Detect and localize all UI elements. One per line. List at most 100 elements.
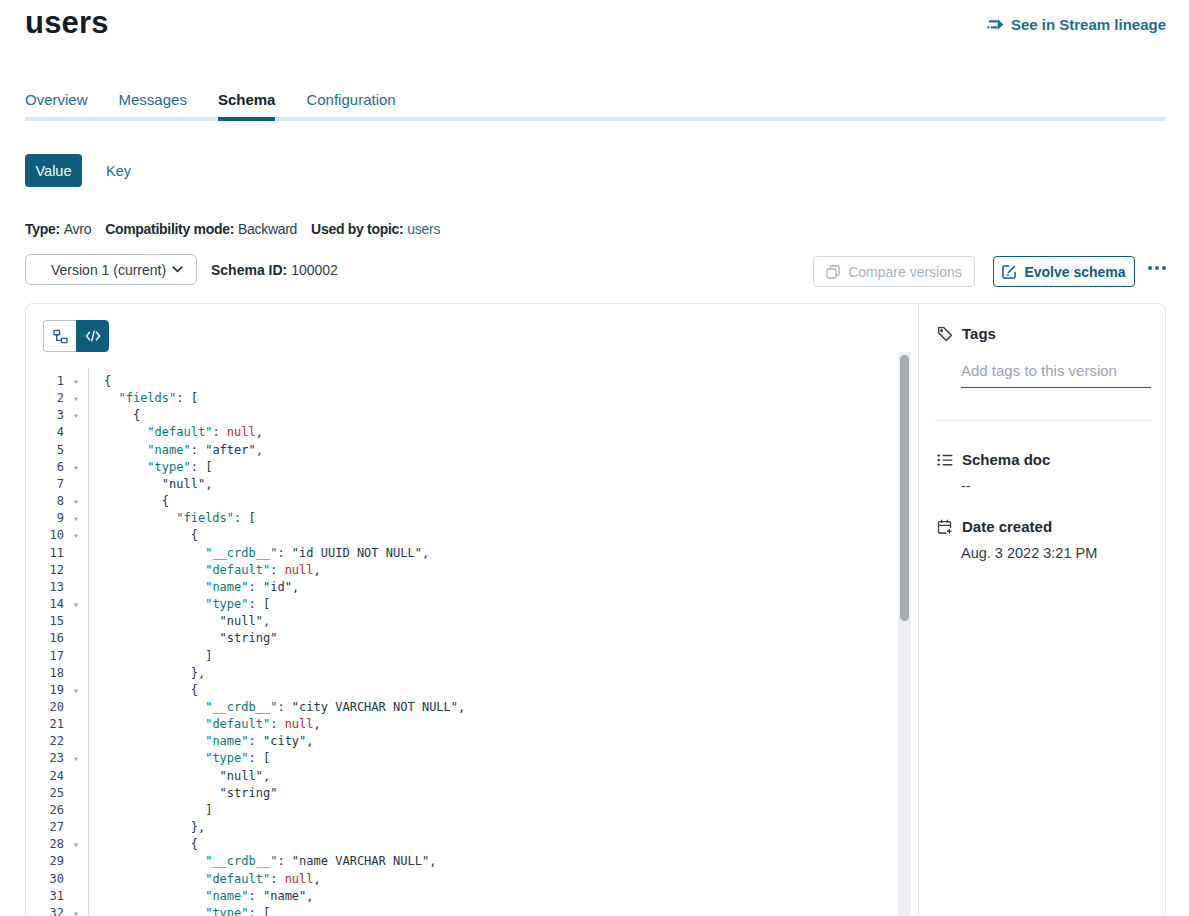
line-number: 29 [26,853,64,870]
add-tags-underline [961,387,1151,388]
sidebar-divider [934,420,1151,421]
more-options-button[interactable] [1144,252,1170,283]
code-lines: 1▾{2▾ "fields": [3▾ {4 "default": null,5… [26,373,905,916]
caret-spacer [64,424,88,441]
code-text: { [88,836,198,853]
version-select-value: Version 1 (current) [51,262,172,278]
code-line: 31 "name": "name", [26,888,905,905]
caret-spacer [64,630,88,647]
line-number: 32 [26,905,64,916]
code-text: }, [88,819,205,836]
line-number: 23 [26,750,64,767]
code-view-button[interactable] [76,320,109,352]
tab-messages[interactable]: Messages [119,91,187,108]
collapse-caret-icon[interactable]: ▾ [64,596,88,613]
add-tags-input[interactable]: Add tags to this version [961,362,1117,379]
collapse-caret-icon[interactable]: ▾ [64,510,88,527]
code-text: "default": null, [88,871,321,888]
scrollbar-thumb[interactable] [900,355,909,621]
line-number: 2 [26,390,64,407]
schema-doc-title: Schema doc [962,451,1050,468]
line-number: 9 [26,510,64,527]
evolve-schema-label: Evolve schema [1024,264,1125,280]
line-number: 25 [26,785,64,802]
code-text: "default": null, [88,562,321,579]
compat-value: Backward [238,221,297,237]
caret-spacer [64,819,88,836]
compare-versions-button[interactable]: Compare versions [813,256,975,287]
code-text: "__crdb__": "id UUID NOT NULL", [88,545,429,562]
caret-spacer [64,888,88,905]
collapse-caret-icon[interactable]: ▾ [64,905,88,916]
line-number: 28 [26,836,64,853]
collapse-caret-icon[interactable]: ▾ [64,493,88,510]
tab-overview[interactable]: Overview [25,91,88,108]
type-value: Avro [64,221,91,237]
caret-spacer [64,579,88,596]
caret-spacer [64,871,88,888]
page-title: users [25,5,109,41]
schema-id-label: Schema ID: [211,262,287,278]
tab-configuration[interactable]: Configuration [306,91,395,108]
code-text: "fields": [ [88,390,198,407]
tab-schema[interactable]: Schema [218,91,276,108]
collapse-caret-icon[interactable]: ▾ [64,373,88,390]
code-line: 32▾ "type": [ [26,905,905,916]
line-number: 16 [26,630,64,647]
collapse-caret-icon[interactable]: ▾ [64,836,88,853]
chevron-down-icon [172,266,183,273]
line-number: 15 [26,613,64,630]
tab-underline-active [218,117,276,121]
code-view-icon [85,330,101,342]
compare-versions-label: Compare versions [848,264,962,280]
code-text: "type": [ [88,459,212,476]
version-select[interactable]: Version 1 (current) [25,254,197,285]
caret-spacer [64,648,88,665]
code-text: { [88,682,198,699]
code-line: 28▾ { [26,836,905,853]
line-number: 18 [26,665,64,682]
topic-link[interactable]: users [407,221,440,237]
key-toggle-button[interactable]: Key [106,163,131,179]
code-line: 26 ] [26,802,905,819]
details-sidebar: Tags Add tags to this version Schema doc… [918,304,1165,916]
line-number: 3 [26,407,64,424]
line-number: 21 [26,716,64,733]
line-number: 14 [26,596,64,613]
line-number: 8 [26,493,64,510]
code-text: "null", [88,613,270,630]
line-number: 12 [26,562,64,579]
caret-spacer [64,699,88,716]
collapse-caret-icon[interactable]: ▾ [64,459,88,476]
value-toggle-button[interactable]: Value [25,154,82,187]
stream-lineage-link[interactable]: See in Stream lineage [987,16,1166,33]
code-line: 1▾{ [26,373,905,390]
code-text: ] [88,802,212,819]
code-text: "type": [ [88,750,270,767]
caret-spacer [64,768,88,785]
code-text: ] [88,648,212,665]
code-text: "name": "id", [88,579,299,596]
line-number: 6 [26,459,64,476]
date-created-title: Date created [962,518,1052,535]
code-line: 13 "name": "id", [26,579,905,596]
collapse-caret-icon[interactable]: ▾ [64,527,88,544]
code-line: 9▾ "fields": [ [26,510,905,527]
caret-spacer [64,802,88,819]
collapse-caret-icon[interactable]: ▾ [64,390,88,407]
tags-header: Tags [936,325,996,342]
code-text: "type": [ [88,905,270,916]
collapse-caret-icon[interactable]: ▾ [64,750,88,767]
tag-icon [936,326,953,342]
evolve-schema-button[interactable]: Evolve schema [993,256,1135,287]
code-text: "__crdb__": "city VARCHAR NOT NULL", [88,699,465,716]
collapse-caret-icon[interactable]: ▾ [64,407,88,424]
code-line: 27 }, [26,819,905,836]
schema-id: Schema ID: 100002 [211,262,338,278]
code-line: 25 "string" [26,785,905,802]
caret-spacer [64,665,88,682]
collapse-caret-icon[interactable]: ▾ [64,682,88,699]
tab-underline-track [25,117,1166,121]
code-text: "name": "city", [88,733,314,750]
tree-view-button[interactable] [43,320,76,352]
